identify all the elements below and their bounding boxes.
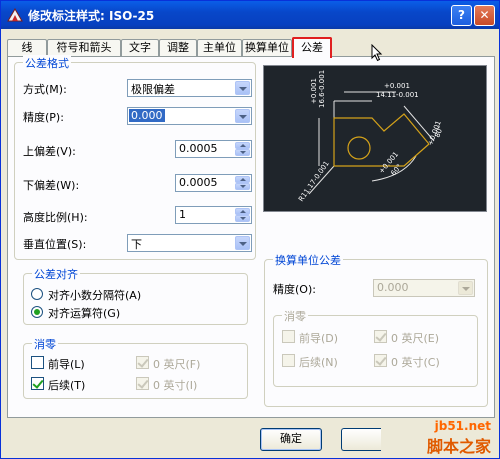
- zero-feet-label: 0 英尺(F): [153, 358, 201, 371]
- alt-zero-inches-label: 0 英寸(C): [391, 356, 440, 369]
- height-scale-value: 1: [179, 208, 186, 221]
- chevron-down-icon[interactable]: [235, 81, 250, 95]
- tab-primary-units[interactable]: 主单位: [197, 39, 242, 57]
- preview-tolerance-2: +0.001: [310, 78, 318, 104]
- chevron-down-icon[interactable]: [235, 236, 250, 250]
- vertical-position-label: 垂直位置(S):: [23, 238, 87, 251]
- alt-precision-select[interactable]: 0.000: [373, 279, 475, 297]
- tab-text[interactable]: 文字: [121, 39, 159, 57]
- leading-checkbox[interactable]: [31, 356, 44, 369]
- chevron-down-icon[interactable]: [235, 109, 250, 123]
- precision-select[interactable]: 0.000: [127, 107, 252, 125]
- spin-up-icon[interactable]: [235, 208, 250, 215]
- alt-zero-feet-checkbox[interactable]: [374, 330, 387, 343]
- alt-precision-label: 精度(O):: [273, 283, 316, 296]
- lower-deviation-label: 下偏差(W):: [23, 179, 80, 192]
- alt-precision-value: 0.000: [377, 281, 409, 294]
- precision-value: 0.000: [129, 109, 165, 122]
- preview-pane: +0.001 14.11-0.001 +0.001 16.6-0.001 R11…: [263, 65, 487, 212]
- watermark-name: 脚本之家: [426, 437, 491, 456]
- alt-zero-inches-checkbox[interactable]: [374, 354, 387, 367]
- height-scale-label: 高度比例(H):: [23, 211, 88, 224]
- trailing-checkbox[interactable]: [31, 377, 44, 390]
- upper-deviation-value: 0.0005: [179, 142, 218, 155]
- group-title: 消零: [32, 336, 58, 352]
- precision-label: 精度(P):: [23, 111, 64, 124]
- zero-inches-label: 0 英寸(I): [153, 379, 198, 392]
- group-title: 公差格式: [23, 55, 71, 71]
- align-operator-label[interactable]: 对齐运算符(G): [48, 305, 120, 321]
- align-decimal-radio[interactable]: [31, 288, 43, 300]
- tolerances-panel: 公差格式 方式(M): 极限偏差 精度(P): 0.000 上偏差(V): 0.…: [7, 55, 495, 418]
- spin-up-icon[interactable]: [235, 142, 250, 149]
- spin-down-icon[interactable]: [235, 215, 250, 222]
- autocad-app-icon: [7, 8, 23, 22]
- title-bar[interactable]: 修改标注样式: ISO-25 ? ✕: [1, 1, 499, 29]
- spin-down-icon[interactable]: [235, 183, 250, 190]
- alt-zero-feet-label: 0 英尺(E): [391, 332, 440, 345]
- dialog-window: 修改标注样式: ISO-25 ? ✕ 线 符号和箭头 文字 调整 主单位 换算单…: [0, 0, 500, 459]
- method-select[interactable]: 极限偏差: [127, 79, 252, 97]
- ok-button[interactable]: 确定: [260, 428, 322, 451]
- mouse-cursor-icon: [371, 44, 383, 62]
- preview-radius: R11.17-0.001: [297, 160, 331, 203]
- vertical-position-value: 下: [131, 238, 142, 251]
- upper-deviation-label: 上偏差(V):: [23, 145, 76, 158]
- height-scale-spinner[interactable]: 1: [175, 206, 252, 224]
- method-value: 极限偏差: [131, 83, 175, 96]
- lower-deviation-spinner[interactable]: 0.0005: [175, 174, 252, 192]
- preview-drawing: +0.001 14.11-0.001 +0.001 16.6-0.001 R11…: [297, 70, 445, 203]
- alt-zero-suppression-group: 消零 前导(D) 0 英尺(E) 后续(N) 0 英寸(C): [273, 308, 478, 387]
- zero-suppression-group: 消零 前导(L) 0 英尺(F) 后续(T) 0 英寸(I): [23, 336, 248, 399]
- vertical-position-select[interactable]: 下: [127, 234, 252, 252]
- zero-inches-checkbox[interactable]: [136, 377, 149, 390]
- tolerance-format-group: 公差格式 方式(M): 极限偏差 精度(P): 0.000 上偏差(V): 0.…: [14, 55, 256, 260]
- watermark-url: jb51.net: [434, 419, 491, 433]
- alternate-unit-tolerance-group: 换算单位公差 精度(O): 0.000 消零 前导(D) 0 英尺(E) 后续(…: [264, 252, 488, 407]
- tab-alternate-units[interactable]: 换算单位: [242, 39, 292, 57]
- group-title: 换算单位公差: [273, 252, 343, 268]
- help-button[interactable]: ?: [451, 5, 472, 26]
- preview-dimension-1: 14.11-0.001: [376, 91, 419, 99]
- preview-tolerance-1: +0.001: [384, 82, 410, 90]
- method-label: 方式(M):: [23, 83, 67, 96]
- window-title: 修改标注样式: ISO-25: [28, 9, 155, 23]
- tab-tolerances[interactable]: 公差: [292, 37, 332, 58]
- preview-dimension-2: 16.6-0.001: [318, 70, 326, 108]
- alt-trailing-checkbox[interactable]: [282, 354, 295, 367]
- align-decimal-label[interactable]: 对齐小数分隔符(A): [48, 287, 141, 303]
- zero-feet-checkbox[interactable]: [136, 356, 149, 369]
- watermark: jb51.net 脚本之家: [427, 419, 491, 457]
- upper-deviation-spinner[interactable]: 0.0005: [175, 140, 252, 158]
- tolerance-alignment-group: 公差对齐 对齐小数分隔符(A) 对齐运算符(G): [23, 266, 248, 325]
- group-title: 消零: [282, 308, 308, 324]
- cancel-button[interactable]: [341, 428, 381, 451]
- trailing-label[interactable]: 后续(T): [48, 377, 85, 393]
- alt-trailing-label: 后续(N): [299, 356, 338, 369]
- spin-up-icon[interactable]: [235, 176, 250, 183]
- lower-deviation-value: 0.0005: [179, 176, 218, 189]
- chevron-down-icon[interactable]: [458, 281, 473, 295]
- leading-label[interactable]: 前导(L): [48, 356, 85, 372]
- group-title: 公差对齐: [32, 266, 80, 282]
- alt-leading-checkbox[interactable]: [282, 330, 295, 343]
- alt-leading-label: 前导(D): [299, 332, 339, 345]
- tab-fit[interactable]: 调整: [159, 39, 197, 57]
- close-button[interactable]: ✕: [474, 5, 495, 26]
- align-operator-radio[interactable]: [31, 306, 43, 318]
- spin-down-icon[interactable]: [235, 149, 250, 156]
